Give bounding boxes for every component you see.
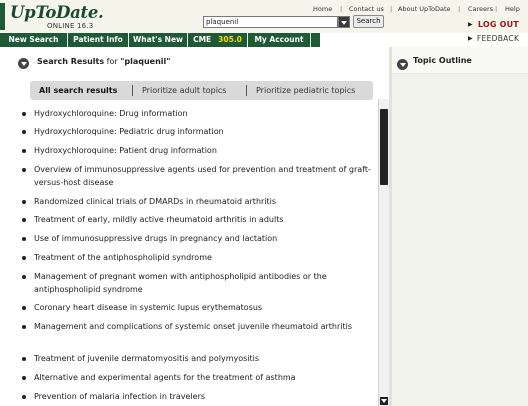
result-item[interactable]: Coronary heart disease in systemic lupus… [22,301,378,314]
top-link-help[interactable]: Help [505,5,520,13]
topic-outline-panel: Topic Outline [392,47,528,406]
result-link[interactable]: Use of immunosuppressive drugs in pregna… [34,232,378,245]
result-link[interactable]: Coronary heart disease in systemic lupus… [34,301,378,314]
tab-patient-info[interactable]: Patient Info [68,33,129,47]
top-link-home[interactable]: Home [313,5,332,13]
arrow-right-icon: ▶ [468,35,473,42]
top-link-separator: | [340,5,343,13]
filter-adult-topics[interactable]: Prioritize adult topics [142,86,226,95]
logo-accent [0,3,5,30]
result-item[interactable]: Randomized clinical trials of DMARDs in … [22,195,378,208]
search-dropdown-toggle[interactable] [338,16,350,28]
bullet-icon [22,168,26,172]
bullet-icon [22,357,26,361]
top-link-careers[interactable]: Careers [468,5,493,13]
result-filter-tabs: All search results Prioritize adult topi… [30,81,373,100]
top-link-contact[interactable]: Contact us [349,5,384,13]
result-item[interactable]: Treatment of early, mildly active rheuma… [22,213,378,226]
bullet-icon [22,130,26,134]
tab-whats-new[interactable]: What's New [129,33,188,47]
app-version: ONLINE 16.3 [47,22,94,30]
filter-separator [132,85,133,96]
filter-separator [246,85,247,96]
result-item[interactable]: Prevention of malaria infection in trave… [22,390,378,403]
search-button[interactable]: Search [353,15,384,28]
logout-label: LOG OUT [477,20,519,29]
tab-cme[interactable]: CME 305.0 [188,33,248,47]
scrollbar-thumb[interactable] [380,109,388,185]
result-link[interactable]: Management of pregnant women with antiph… [34,270,378,296]
top-link-about[interactable]: About UpToDate [398,5,451,13]
result-item[interactable]: Treatment of juvenile dermatomyositis an… [22,352,378,365]
result-link[interactable]: Treatment of the antiphospholipid syndro… [34,251,378,264]
result-link[interactable]: Randomized clinical trials of DMARDs in … [34,195,378,208]
result-item[interactable]: Management and complications of systemic… [22,320,378,333]
feedback-link[interactable]: ▶ FEEDBACK [468,34,519,43]
bullet-icon [22,275,26,279]
result-item[interactable]: Hydroxychloroquine: Drug information [22,107,378,120]
result-item[interactable]: Hydroxychloroquine: Patient drug informa… [22,144,378,157]
collapse-toggle-icon[interactable] [397,59,408,70]
result-item[interactable]: Hydroxychloroquine: Pediatric drug infor… [22,125,378,138]
bullet-icon [22,112,26,116]
results-query: "plaquenil" [120,57,171,66]
result-link[interactable]: Treatment of early, mildly active rheuma… [34,213,378,226]
result-item[interactable]: Treatment of the antiphospholipid syndro… [22,251,378,264]
filter-pediatric-topics[interactable]: Prioritize pediatric topics [256,86,355,95]
result-link[interactable]: Prevention of malaria infection in trave… [34,390,378,403]
result-link[interactable]: Hydroxychloroquine: Patient drug informa… [34,144,378,157]
logout-link[interactable]: ▶ LOG OUT [468,20,519,29]
outline-title: Topic Outline [413,56,472,65]
results-header: Search Results for "plaquenil" [0,49,389,73]
top-link-separator: | [390,5,393,13]
main-nav: New Search Patient Info What's New CME 30… [0,33,320,47]
result-link[interactable]: Hydroxychloroquine: Pediatric drug infor… [34,125,378,138]
arrow-right-icon: ▶ [468,21,473,28]
result-link[interactable]: Hydroxychloroquine: Drug information [34,107,378,120]
result-link[interactable]: Treatment of juvenile dermatomyositis an… [34,352,378,365]
result-item[interactable]: Alternative and experimental agents for … [22,371,378,384]
results-title-prefix: Search Results [37,57,105,66]
bullet-icon [22,200,26,204]
bullet-icon [22,376,26,380]
results-title-for: for [104,57,121,66]
app-logo[interactable]: UpToDate. [10,3,104,22]
result-link[interactable]: Overview of immunosuppressive agents use… [34,163,378,189]
cme-credits: 305.0 [218,35,242,44]
result-item[interactable]: Overview of immunosuppressive agents use… [22,163,378,189]
tab-my-account[interactable]: My Account [248,33,311,47]
top-link-separator: | [495,5,498,13]
results-list: Hydroxychloroquine: Drug information Hyd… [0,100,378,406]
bullet-icon [22,306,26,310]
result-link[interactable]: Alternative and experimental agents for … [34,371,378,384]
app-header: UpToDate. ONLINE 16.3 Home | Contact us … [0,0,528,33]
search-input[interactable] [203,16,338,28]
result-item[interactable]: Management of pregnant women with antiph… [22,270,378,296]
bullet-icon [22,256,26,260]
feedback-label: FEEDBACK [476,34,520,43]
cme-label: CME [193,35,212,44]
tab-new-search[interactable]: New Search [0,33,68,47]
bullet-icon [22,149,26,153]
result-item[interactable]: Use of immunosuppressive drugs in pregna… [22,232,378,245]
results-scrollbar[interactable] [378,99,389,406]
result-link[interactable]: Management and complications of systemic… [34,320,378,333]
bullet-icon [22,237,26,241]
scroll-down-icon[interactable] [380,397,388,405]
results-title: Search Results for "plaquenil" [37,57,170,66]
top-link-separator: | [458,5,461,13]
filter-all-results[interactable]: All search results [39,86,117,95]
outline-header: Topic Outline [392,47,528,74]
bullet-icon [22,325,26,329]
bullet-icon [22,218,26,222]
bullet-icon [22,395,26,399]
collapse-toggle-icon[interactable] [18,58,29,69]
